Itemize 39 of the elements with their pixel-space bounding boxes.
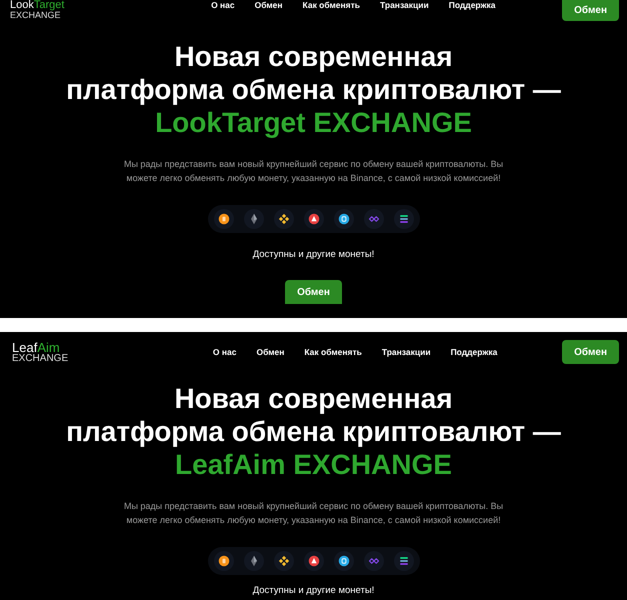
- logo-subtitle: EXCHANGE: [10, 11, 61, 20]
- coin-icon: [218, 213, 230, 225]
- nav-link[interactable]: О нас: [211, 0, 235, 10]
- nav-link[interactable]: Транзакции: [380, 0, 429, 10]
- headline-accent: LeafAim EXCHANGE: [175, 448, 452, 481]
- diamond-grid-icon: [278, 213, 290, 225]
- stripes-icon: [398, 213, 410, 225]
- exchange-button[interactable]: Обмен: [562, 340, 619, 364]
- logo-subtitle: EXCHANGE: [12, 354, 68, 364]
- more-coins-text: Доступны и другие монеты!: [252, 249, 374, 260]
- headline-accent: LookTarget EXCHANGE: [155, 106, 472, 139]
- nav-link[interactable]: Поддержка: [448, 0, 496, 10]
- headline: Новая современная: [174, 382, 453, 415]
- more-coins-text: Доступны и другие монеты!: [252, 585, 374, 596]
- infinity-icon: [368, 213, 380, 225]
- logo-title: LeafAim: [12, 340, 60, 354]
- nav-link[interactable]: Транзакции: [382, 347, 431, 357]
- stripes-icon: [398, 555, 410, 567]
- nav-link[interactable]: Обмен: [254, 0, 283, 10]
- rounded-square-coin-icon: [338, 213, 350, 225]
- headline: платформа обмена криптовалют —: [66, 73, 561, 106]
- exchange-button[interactable]: Обмен: [285, 280, 342, 304]
- logo-title: LookTarget: [10, 0, 64, 11]
- exchange-button[interactable]: Обмен: [562, 0, 619, 21]
- nav-link[interactable]: Поддержка: [450, 347, 498, 357]
- triangle-coin-icon: [308, 555, 320, 567]
- nav-link[interactable]: О нас: [212, 347, 236, 357]
- triangle-coin-icon: [308, 213, 320, 225]
- nav-link[interactable]: Как обменять: [304, 347, 362, 357]
- description: Мы рады представить вам новый крупнейший сервис по обмену вашей криптовалюты. Вы можете легко обменять любую монету, указанную на Binance, с самой низкой комиссией!: [124, 158, 504, 185]
- coin-icon: [218, 555, 230, 567]
- nav-link[interactable]: Как обменять: [302, 0, 360, 10]
- headline: платформа обмена криптовалют —: [66, 415, 561, 448]
- description: Мы рады представить вам новый крупнейший сервис по обмену вашей криптовалюты. Вы можете легко обменять любую монету, указанную на Binance, с самой низкой комиссией!: [124, 500, 504, 527]
- infinity-icon: [368, 555, 380, 567]
- nav-link[interactable]: Обмен: [256, 347, 284, 357]
- diamond-grid-icon: [278, 555, 290, 567]
- headline: Новая современная: [174, 40, 453, 73]
- rounded-square-coin-icon: [338, 555, 350, 567]
